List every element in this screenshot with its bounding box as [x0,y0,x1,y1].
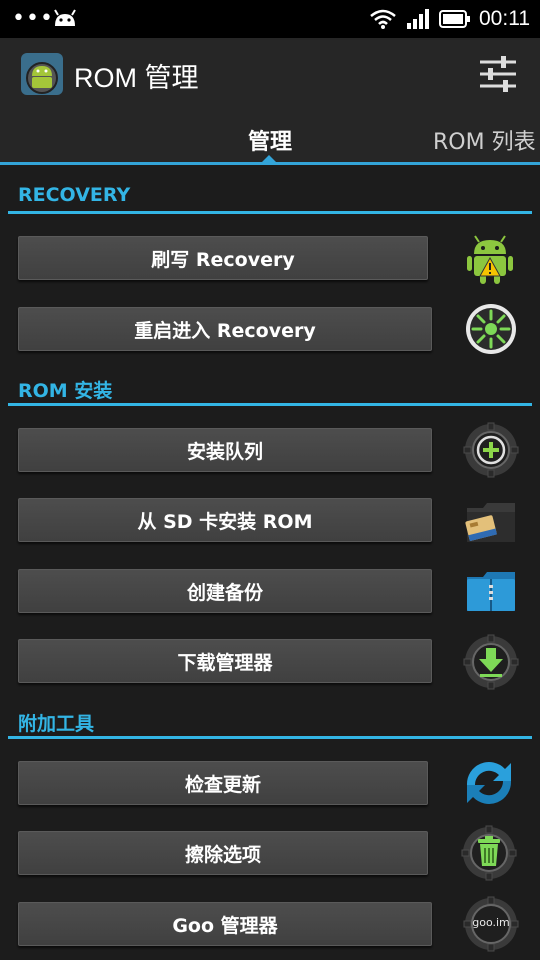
section-divider [8,403,532,406]
flash-recovery-button[interactable]: 刷写 Recovery [18,236,428,280]
goo-manager-button[interactable]: Goo 管理器 [18,902,432,946]
rom-manager-app-icon[interactable] [20,52,64,96]
backup-folder-icon[interactable] [463,563,519,619]
trash-icon[interactable] [461,825,517,881]
android-warning-icon[interactable] [462,230,518,286]
battery-icon [439,10,470,28]
tab-indicator [262,155,276,162]
create-backup-button[interactable]: 创建备份 [18,569,432,613]
action-bar: ROM 管理 [0,38,540,110]
wifi-icon [370,9,396,29]
section-divider [8,211,532,214]
signal-icon [407,9,429,29]
app-title: ROM 管理 [74,63,199,93]
status-bar: ••• 00:11 [0,0,540,38]
tab-manage[interactable]: 管理 [248,124,292,156]
section-title: RECOVERY [18,184,131,206]
section-header-recovery: RECOVERY [8,180,532,214]
refresh-icon[interactable] [461,755,517,811]
section-header-extra-tools: 附加工具 [8,705,532,739]
android-debug-icon [54,9,76,26]
section-title: 附加工具 [18,713,95,735]
add-queue-icon[interactable] [463,422,519,478]
notification-dots-icon: ••• [12,6,54,31]
tab-underline [0,162,540,165]
goo-im-label: goo.im [472,916,510,929]
section-header-rom-install: ROM 安装 [8,372,532,406]
reboot-recovery-button[interactable]: 重启进入 Recovery [18,307,432,351]
section-divider [8,736,532,739]
check-update-button[interactable]: 检查更新 [18,761,428,805]
download-icon[interactable] [463,634,519,690]
download-manager-button[interactable]: 下载管理器 [18,639,432,683]
reboot-icon[interactable] [463,301,519,357]
section-title: ROM 安装 [18,380,113,402]
install-from-sd-button[interactable]: 从 SD 卡安装 ROM [18,498,432,542]
status-time: 00:11 [479,7,530,30]
tab-bar: 管理 ROM 列表 [0,110,540,165]
wipe-options-button[interactable]: 擦除选项 [18,831,428,875]
goo-im-icon[interactable]: goo.im [463,896,519,952]
install-queue-button[interactable]: 安装队列 [18,428,432,472]
sd-card-folder-icon[interactable] [463,494,519,550]
settings-sliders-icon[interactable] [476,52,520,96]
tab-rom-list[interactable]: ROM 列表 [433,124,536,156]
